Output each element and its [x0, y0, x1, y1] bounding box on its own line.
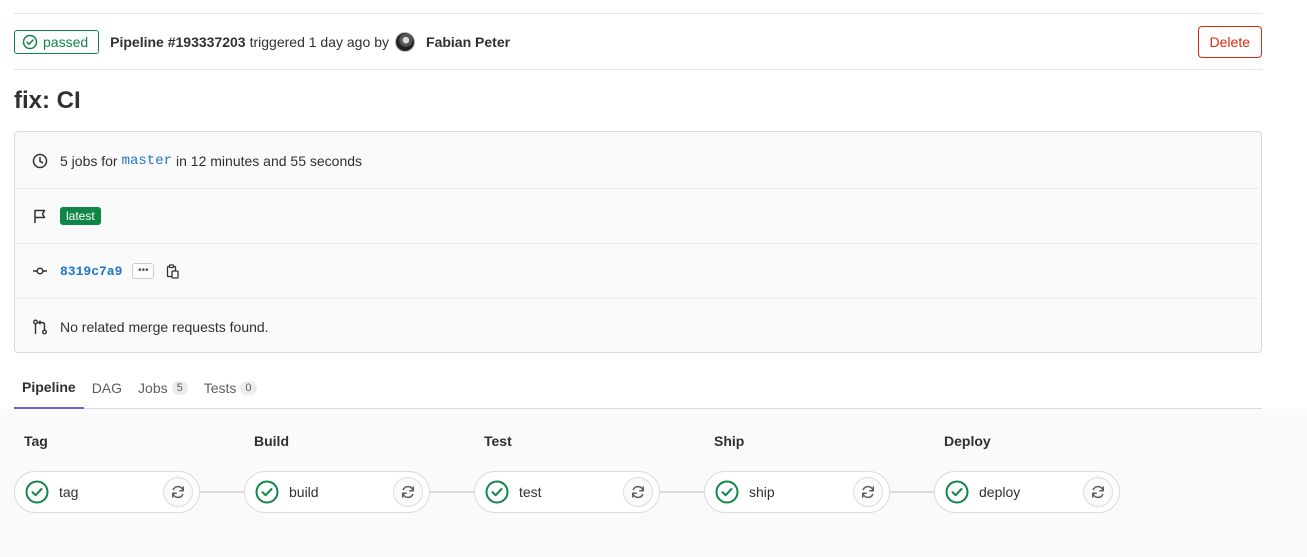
status-label: passed: [43, 34, 89, 50]
job-test[interactable]: test: [474, 471, 660, 513]
triggered-text: triggered 1 day ago: [249, 34, 371, 50]
check-circle-icon: [22, 34, 38, 50]
header-divider: [14, 69, 1262, 70]
branch-link[interactable]: master: [122, 153, 172, 169]
tab-dag[interactable]: DAG: [84, 367, 130, 408]
job-name: build: [289, 484, 319, 500]
check-circle-icon: [25, 480, 49, 504]
duration-text: in 12 minutes and 55 seconds: [176, 153, 363, 169]
avatar[interactable]: [395, 32, 416, 52]
job-name: deploy: [979, 484, 1021, 500]
merge-request-icon: [31, 318, 49, 336]
stage-title-test: Test: [484, 433, 512, 449]
tab-jobs[interactable]: Jobs 5: [130, 367, 196, 408]
stage-title-build: Build: [254, 433, 289, 449]
pipeline-graph: Tag Build Test Ship Deploy tag build tes…: [0, 409, 1307, 557]
job-tag[interactable]: tag: [14, 471, 200, 513]
tab-label: Pipeline: [22, 379, 76, 395]
tab-tests[interactable]: Tests 0: [196, 367, 265, 408]
tab-label: DAG: [91, 379, 123, 396]
retry-icon[interactable]: [623, 477, 653, 507]
stage-title-deploy: Deploy: [944, 433, 991, 449]
job-ship[interactable]: ship: [704, 471, 890, 513]
top-divider: [14, 13, 1262, 14]
stage-title-tag: Tag: [24, 433, 48, 449]
stage-connector: [890, 491, 934, 493]
check-circle-icon: [945, 480, 969, 504]
job-name: test: [519, 484, 542, 500]
by-text: by: [374, 34, 390, 50]
check-circle-icon: [485, 480, 509, 504]
pipeline-header: passed Pipeline #193337203 triggered 1 d…: [14, 26, 1262, 58]
merge-requests-text: No related merge requests found.: [60, 318, 269, 335]
status-badge[interactable]: passed: [14, 30, 100, 54]
merge-requests-row: No related merge requests found.: [15, 299, 1261, 354]
job-name: ship: [749, 484, 775, 500]
retry-icon[interactable]: [163, 477, 193, 507]
jobs-count-text: 5 jobs for: [60, 153, 118, 169]
clock-icon: [31, 152, 49, 170]
retry-icon[interactable]: [1083, 477, 1113, 507]
commit-row: 8319c7a9 •••: [15, 244, 1261, 299]
flag-icon: [31, 207, 49, 225]
author-name[interactable]: Fabian Peter: [426, 34, 510, 50]
job-name: tag: [59, 484, 79, 500]
pipeline-tabs: Pipeline DAG Jobs 5 Tests 0: [14, 367, 1262, 409]
tab-label: Tests: [203, 379, 237, 396]
pipeline-id: Pipeline #193337203: [110, 34, 246, 50]
tab-label: Jobs: [138, 379, 168, 396]
check-circle-icon: [715, 480, 739, 504]
page-title: fix: CI: [14, 87, 81, 114]
commit-sha-link[interactable]: 8319c7a9: [60, 264, 122, 279]
tests-count-badge: 0: [240, 380, 257, 395]
commit-icon: [31, 262, 49, 280]
delete-button[interactable]: Delete: [1197, 26, 1262, 58]
stage-connector: [200, 491, 244, 493]
retry-icon[interactable]: [393, 477, 423, 507]
stage-title-ship: Ship: [714, 433, 745, 449]
commit-description-toggle[interactable]: •••: [132, 263, 155, 279]
tab-pipeline[interactable]: Pipeline: [14, 367, 84, 409]
pipeline-info-panel: 5 jobs for master in 12 minutes and 55 s…: [14, 131, 1262, 353]
latest-badge: latest: [60, 207, 101, 225]
check-circle-icon: [255, 480, 279, 504]
job-deploy[interactable]: deploy: [934, 471, 1120, 513]
job-build[interactable]: build: [244, 471, 430, 513]
jobs-count-badge: 5: [171, 380, 188, 395]
clipboard-icon[interactable]: [164, 262, 182, 280]
retry-icon[interactable]: [853, 477, 883, 507]
stage-connector: [430, 491, 474, 493]
stage-connector: [660, 491, 704, 493]
jobs-duration-row: 5 jobs for master in 12 minutes and 55 s…: [15, 134, 1261, 189]
latest-row: latest: [15, 189, 1261, 244]
